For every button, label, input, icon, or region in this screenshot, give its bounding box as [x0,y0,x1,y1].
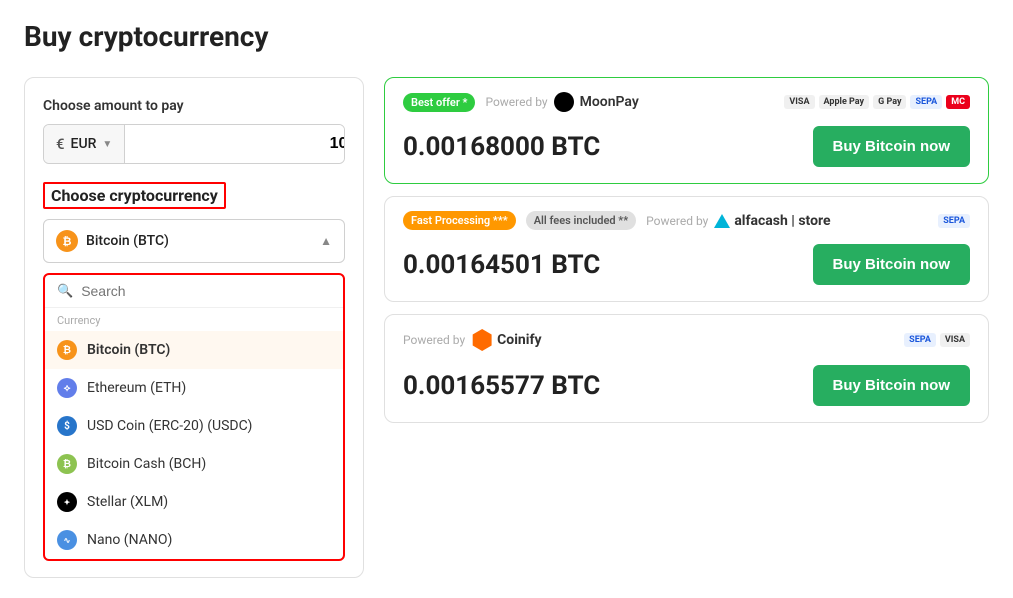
crypto-selector-left: ₿ Bitcoin (BTC) [56,230,169,252]
apple-pay-icon: Apple Pay [819,95,870,109]
crypto-item-nano[interactable]: ∿ Nano (NANO) [45,521,343,559]
search-icon: 🔍 [57,284,73,299]
alfacash-btc-amount: 0.00164501 BTC [403,250,600,280]
left-panel: Choose amount to pay € EUR ▼ Choose cryp… [24,77,364,578]
currency-group-label: Currency [45,308,343,331]
crypto-name-nano: Nano (NANO) [87,532,172,548]
powered-by-coinify: Powered by Coinify [403,329,542,351]
visa-icon: VISA [784,95,814,109]
crypto-name-btc: Bitcoin (BTC) [87,342,170,358]
crypto-item-btc[interactable]: ₿ Bitcoin (BTC) [45,331,343,369]
chevron-down-icon: ▼ [102,139,112,150]
offer-card-alfacash: Fast Processing *** All fees included **… [384,196,989,302]
crypto-item-usdc[interactable]: $ USD Coin (ERC-20) (USDC) [45,407,343,445]
eth-icon: ⟡ [57,378,77,398]
bch-icon: ₿ [57,454,77,474]
right-panel: Best offer * Powered by MoonPay VISA App… [384,77,989,423]
coinify-btc-amount: 0.00165577 BTC [403,371,600,401]
nano-icon: ∿ [57,530,77,550]
chevron-up-icon: ▲ [320,234,332,248]
page-title: Buy cryptocurrency [24,20,989,53]
currency-code: EUR [71,136,97,152]
buy-bitcoin-alfacash-button[interactable]: Buy Bitcoin now [813,244,971,285]
powered-by-moonpay: Powered by MoonPay [485,92,638,112]
alfacash-triangle-icon [714,214,730,228]
offer-header-alfacash: Fast Processing *** All fees included **… [403,211,970,230]
best-offer-badge: Best offer * [403,93,475,112]
coinify-hex-icon [471,329,493,351]
crypto-item-bch[interactable]: ₿ Bitcoin Cash (BCH) [45,445,343,483]
powered-by-label-moonpay: Powered by [485,95,547,109]
buy-bitcoin-moonpay-button[interactable]: Buy Bitcoin now [813,126,971,167]
crypto-name-bch: Bitcoin Cash (BCH) [87,456,206,472]
offer-card-coinify: Powered by Coinify SEPA VISA 0.00165577 … [384,314,989,423]
alfacash-provider-name: alfacash | store [734,213,830,229]
amount-row: € EUR ▼ [43,124,345,164]
moonpay-provider-name: MoonPay [580,94,639,110]
sepa-icon-coinify: SEPA [904,333,936,347]
coinify-payment-icons: SEPA VISA [904,333,970,347]
btc-selector-icon: ₿ [56,230,78,252]
mastercard-icon: MC [946,95,970,109]
crypto-item-xlm[interactable]: ✦ Stellar (XLM) [45,483,343,521]
crypto-selector[interactable]: ₿ Bitcoin (BTC) ▲ [43,219,345,263]
moonpay-btc-amount: 0.00168000 BTC [403,132,600,162]
offer-main-moonpay: 0.00168000 BTC Buy Bitcoin now [403,126,970,167]
offer-main-coinify: 0.00165577 BTC Buy Bitcoin now [403,365,970,406]
moonpay-dot-icon [554,92,574,112]
google-pay-icon: G Pay [873,95,906,109]
amount-section-label: Choose amount to pay [43,98,345,114]
offer-main-alfacash: 0.00164501 BTC Buy Bitcoin now [403,244,970,285]
main-layout: Choose amount to pay € EUR ▼ Choose cryp… [24,77,989,578]
coinify-logo: Coinify [471,329,541,351]
visa-icon-coinify: VISA [940,333,970,347]
crypto-name-eth: Ethereum (ETH) [87,380,186,396]
crypto-dropdown: 🔍 Currency ₿ Bitcoin (BTC) ⟡ Ethereum (E… [43,273,345,561]
buy-bitcoin-coinify-button[interactable]: Buy Bitcoin now [813,365,971,406]
choose-crypto-label: Choose cryptocurrency [43,182,226,209]
crypto-name-xlm: Stellar (XLM) [87,494,168,510]
alfacash-payment-icons: SEPA [938,214,970,228]
alfacash-logo: alfacash | store [714,213,830,229]
selected-crypto-label: Bitcoin (BTC) [86,233,169,249]
powered-by-label-alfacash: Powered by [646,214,708,228]
crypto-name-usdc: USD Coin (ERC-20) (USDC) [87,418,252,434]
search-row: 🔍 [45,275,343,308]
btc-icon: ₿ [57,340,77,360]
sepa-icon-moonpay: SEPA [910,95,942,109]
fees-included-badge: All fees included ** [526,211,636,230]
usdc-icon: $ [57,416,77,436]
xlm-icon: ✦ [57,492,77,512]
powered-by-label-coinify: Powered by [403,333,465,347]
euro-symbol: € [56,135,65,153]
currency-selector[interactable]: € EUR ▼ [44,125,125,163]
crypto-item-eth[interactable]: ⟡ Ethereum (ETH) [45,369,343,407]
offer-header-coinify: Powered by Coinify SEPA VISA [403,329,970,351]
search-input[interactable] [81,283,331,299]
offer-header-moonpay: Best offer * Powered by MoonPay VISA App… [403,92,970,112]
sepa-icon-alfacash: SEPA [938,214,970,228]
powered-by-alfacash: Powered by alfacash | store [646,213,830,229]
coinify-provider-name: Coinify [497,332,541,348]
fast-processing-badge: Fast Processing *** [403,211,516,230]
offer-card-moonpay: Best offer * Powered by MoonPay VISA App… [384,77,989,184]
amount-input[interactable] [125,125,345,163]
moonpay-payment-icons: VISA Apple Pay G Pay SEPA MC [784,95,970,109]
